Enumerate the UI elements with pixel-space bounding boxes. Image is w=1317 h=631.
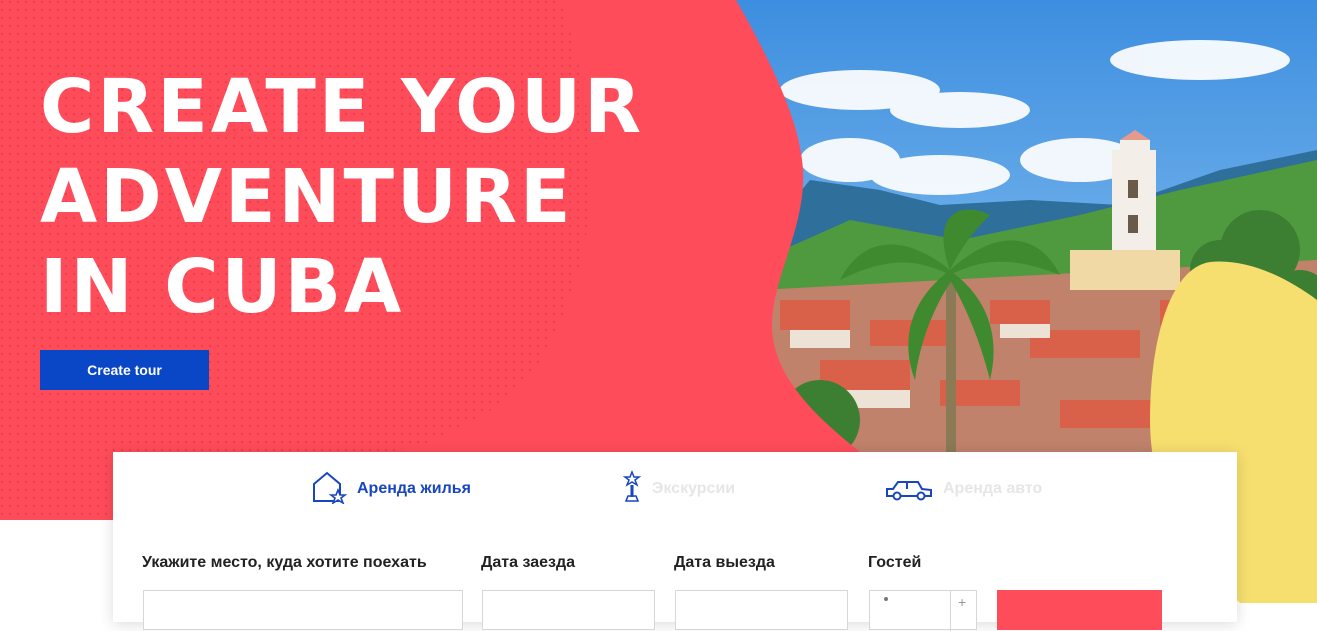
- checkin-label: Дата заезда: [481, 554, 576, 571]
- hero-title: CREATE YOUR ADVENTURE IN CUBA: [40, 62, 644, 332]
- checkout-label: Дата выезда: [674, 554, 775, 571]
- tab-excursions[interactable]: Экскурсии: [622, 469, 736, 509]
- create-tour-button[interactable]: Create tour: [40, 350, 209, 390]
- car-icon: [885, 470, 933, 509]
- guests-stepper[interactable]: +: [869, 590, 977, 631]
- tab-car-rental[interactable]: Аренда авто: [885, 472, 1042, 506]
- tab-housing-label: Аренда жилья: [357, 480, 471, 497]
- monument-icon: [622, 469, 642, 509]
- search-button[interactable]: [997, 590, 1162, 630]
- hero-title-line-2: ADVENTURE: [40, 154, 574, 240]
- tab-excursions-label: Экскурсии: [652, 480, 736, 497]
- hero-title-line-1: CREATE YOUR: [40, 64, 645, 150]
- stepper-divider: [950, 591, 951, 631]
- checkout-date-input[interactable]: [675, 590, 848, 630]
- tab-car-rental-label: Аренда авто: [943, 480, 1043, 497]
- place-label: Укажите место, куда хотите поехать: [142, 554, 427, 571]
- checkin-date-input[interactable]: [482, 590, 655, 630]
- person-icon: [884, 597, 888, 601]
- hero-title-line-3: IN CUBA: [40, 244, 405, 330]
- place-input[interactable]: [143, 590, 463, 630]
- booking-panel: Аренда жилья Экскурсии Аренда авто Укажи…: [113, 452, 1237, 631]
- plus-icon[interactable]: +: [958, 595, 966, 609]
- house-star-icon: [311, 470, 348, 509]
- tab-housing-rental[interactable]: Аренда жилья: [311, 470, 471, 509]
- guests-label: Гостей: [868, 554, 922, 571]
